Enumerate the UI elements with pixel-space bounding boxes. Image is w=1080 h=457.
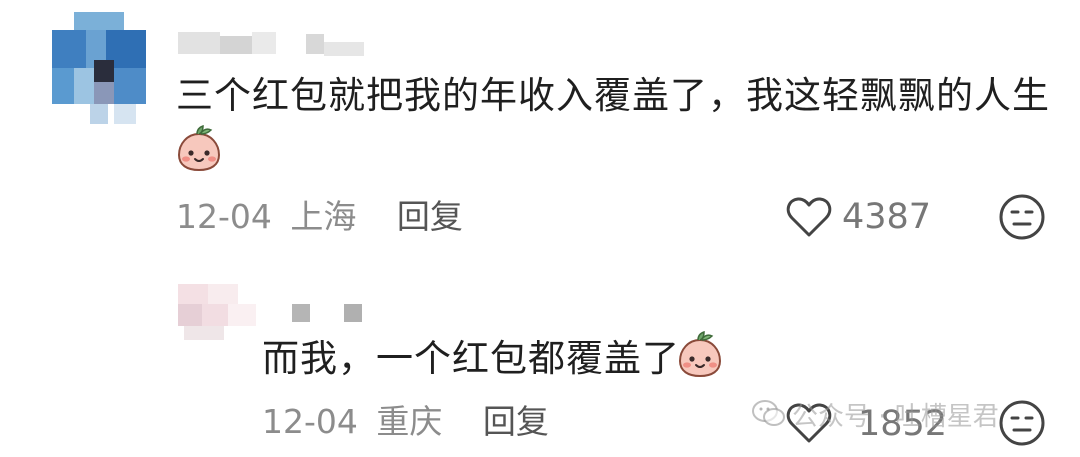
- reply-button[interactable]: 回复: [483, 402, 549, 441]
- dislike-face-icon[interactable]: [998, 193, 1046, 241]
- peach-face-emoji-icon: [678, 330, 722, 378]
- watermark-text: 公众号 · 吐槽星君: [792, 401, 999, 432]
- username[interactable]: [292, 304, 372, 326]
- like-count: 4387: [842, 197, 932, 237]
- comment-meta: 12-04 上海 回复: [176, 200, 463, 233]
- comment-text: 而我，一个红包都覆盖了: [262, 337, 680, 380]
- heart-icon[interactable]: [786, 196, 832, 238]
- username[interactable]: [178, 32, 368, 58]
- peach-face-emoji-icon: [177, 124, 221, 172]
- comment-text: 三个红包就把我的年收入覆盖了，我这轻飘飘的人生: [176, 74, 1050, 117]
- wechat-icon: [752, 400, 785, 426]
- comment-date: 12-04: [176, 197, 272, 236]
- reply-button[interactable]: 回复: [397, 197, 463, 236]
- dislike-face-icon[interactable]: [998, 399, 1046, 447]
- comment-meta: 12-04 重庆 回复: [262, 405, 549, 438]
- comment-date: 12-04: [262, 402, 358, 441]
- watermark: 公众号 · 吐槽星君: [752, 396, 999, 432]
- avatar[interactable]: [52, 12, 150, 124]
- comment-location: 上海: [290, 197, 357, 236]
- avatar[interactable]: [178, 284, 258, 342]
- comment-location: 重庆: [376, 402, 443, 441]
